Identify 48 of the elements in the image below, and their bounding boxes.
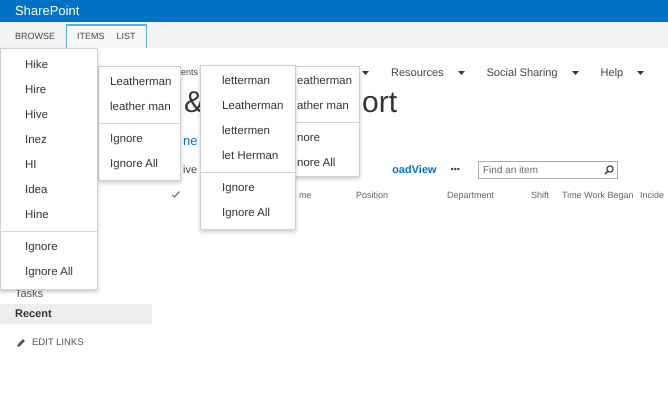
column-header[interactable]: Department	[447, 189, 494, 202]
menu-item[interactable]: Ignore	[1, 235, 97, 260]
menu-item[interactable]: Hike	[1, 53, 97, 78]
app-title[interactable]: SharePoint	[15, 1, 80, 21]
menu-item[interactable]: Ignore All	[201, 201, 295, 226]
menu-item[interactable]: let Herman	[201, 144, 295, 169]
nav-link[interactable]: Help	[600, 64, 624, 82]
view-link[interactable]: oadView	[392, 162, 436, 178]
menu-item[interactable]: Hive	[1, 103, 97, 128]
nav-link[interactable]: ents	[181, 66, 198, 80]
nav-link[interactable]: Social Sharing	[486, 64, 558, 82]
list-subtitle[interactable]: ne	[183, 131, 198, 151]
search-field[interactable]: Find an item	[478, 161, 618, 179]
menu-item[interactable]: Hine	[1, 203, 97, 228]
menu-item[interactable]: Inez	[1, 128, 97, 153]
menu-item[interactable]: lettermen	[201, 119, 295, 144]
edit-links-button[interactable]: EDIT LINKS	[16, 336, 84, 350]
pencil-icon	[16, 338, 26, 348]
column-header[interactable]: Time Work Began	[562, 189, 634, 202]
menu-item[interactable]: Ignore All	[99, 152, 180, 177]
menu-item[interactable]: HI	[1, 153, 97, 178]
menu-item[interactable]: Leatherman	[99, 70, 180, 95]
caret-icon[interactable]	[572, 71, 579, 75]
check-icon[interactable]	[172, 191, 180, 198]
caret-icon[interactable]	[362, 71, 370, 75]
menu-item[interactable]: Hire	[1, 78, 97, 103]
menu-item[interactable]: Leatherman	[201, 94, 295, 119]
menu-item[interactable]: Idea	[1, 178, 97, 203]
more-button[interactable]: •••	[450, 163, 460, 177]
nav-item[interactable]: Recent	[0, 304, 152, 324]
search-icon[interactable]	[604, 165, 614, 175]
ribbon-tab[interactable]: LIST	[110, 26, 142, 48]
caret-icon[interactable]	[637, 71, 644, 75]
column-header[interactable]: Incide	[640, 189, 664, 202]
column-header[interactable]: me	[299, 189, 312, 202]
menu-item[interactable]: Ignore All	[1, 260, 97, 285]
column-header[interactable]: Shift	[531, 189, 550, 202]
nav-link[interactable]: Resources	[391, 64, 444, 82]
caret-icon[interactable]	[458, 71, 465, 75]
ribbon-tab[interactable]: BROWSE	[8, 26, 62, 48]
menu-item[interactable]: letterman	[201, 69, 295, 94]
menu-item[interactable]: Ignore	[201, 176, 295, 201]
menu-item[interactable]: leather man	[99, 95, 180, 120]
ribbon-tab[interactable]: ITEMS	[71, 26, 111, 48]
view-tab[interactable]: ive	[183, 162, 198, 178]
page-title: ort	[362, 84, 398, 120]
column-header[interactable]: Position	[356, 189, 388, 202]
menu-item[interactable]: Ignore	[99, 127, 180, 152]
